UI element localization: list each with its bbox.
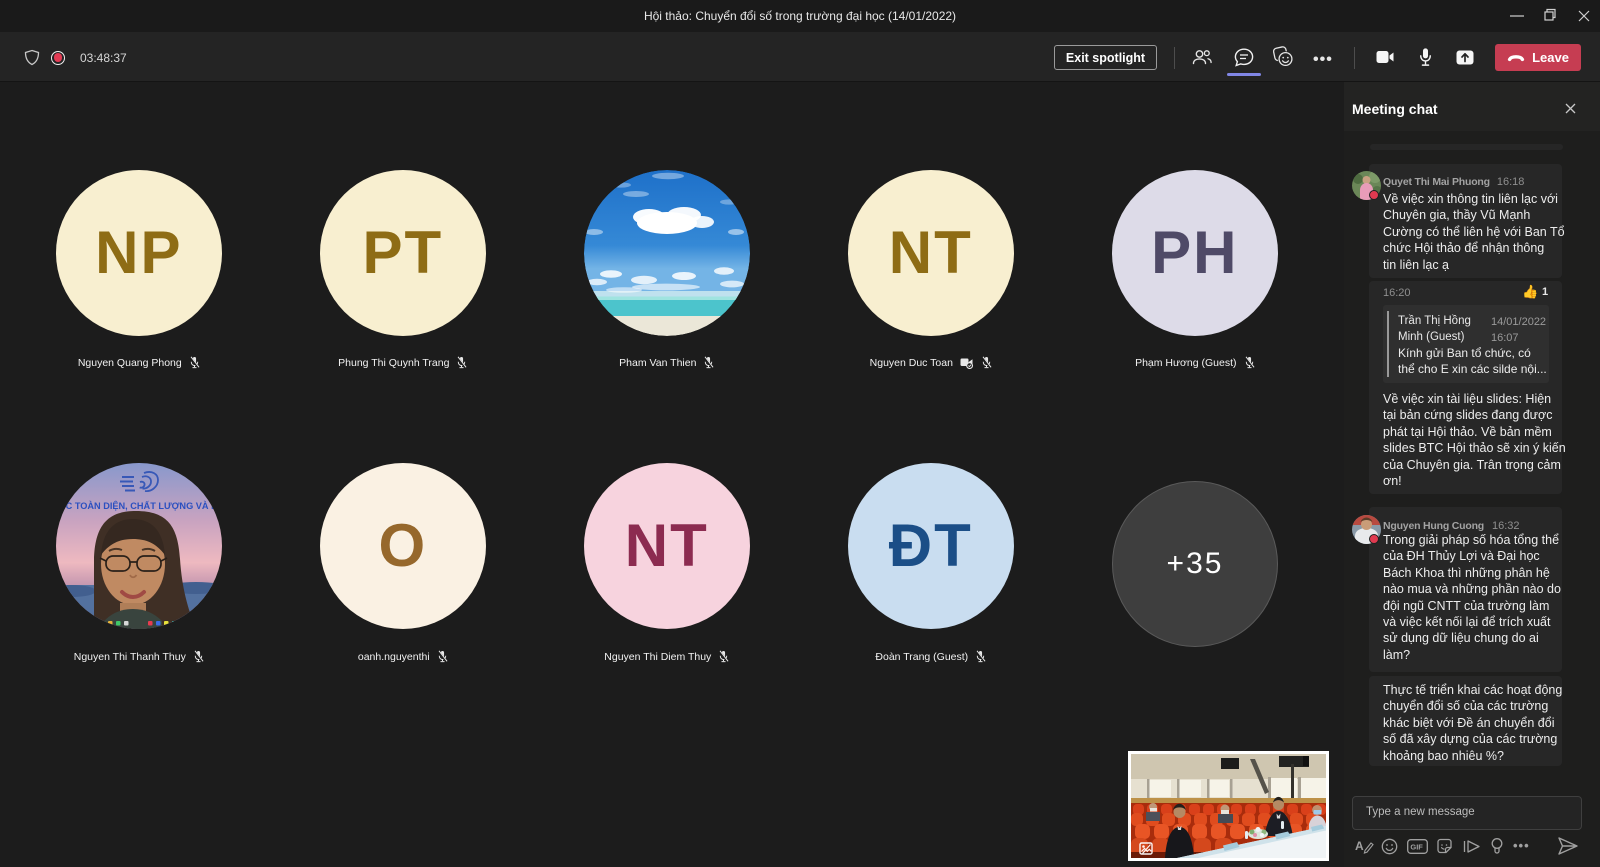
svg-text:GIF: GIF [1410,843,1423,852]
svg-text:ỤC TOÀN DIỆN, CHẤT LƯỢNG VÀ BÌ: ỤC TOÀN DIỆN, CHẤT LƯỢNG VÀ BÌNH [59,500,222,511]
svg-text:A: A [1355,839,1364,853]
